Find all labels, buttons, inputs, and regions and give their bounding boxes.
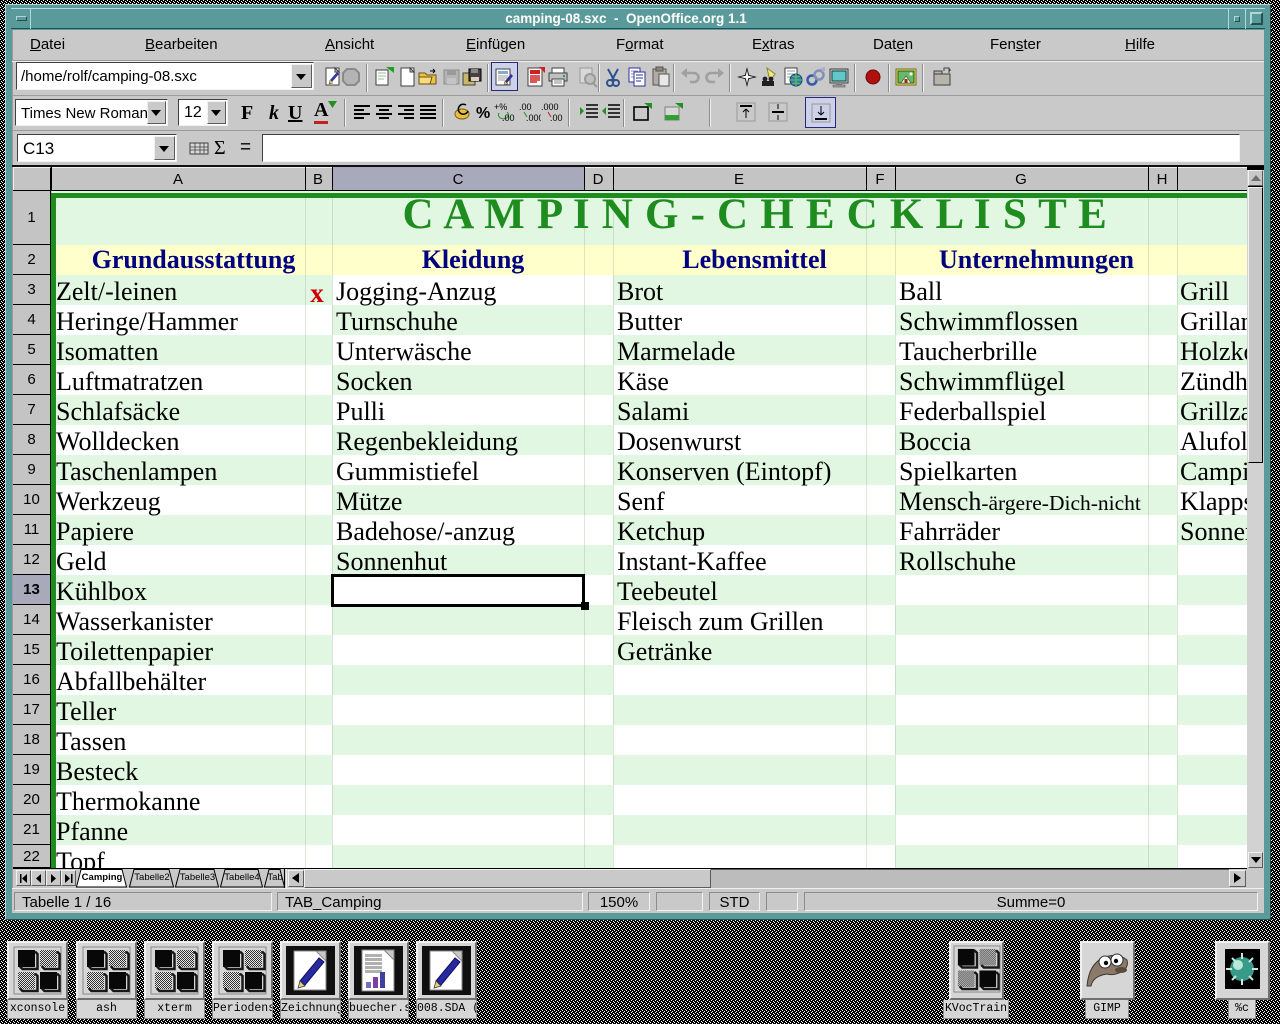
svg-text:+%: +% [494,102,507,112]
svg-text:.00: .00 [519,102,532,112]
svg-text:.00: .00 [502,113,515,123]
svg-text:.000: .000 [541,102,559,112]
svg-text:.00: .00 [550,113,563,123]
svg-text:%: % [476,105,490,122]
svg-text:.000: .000 [526,113,541,123]
